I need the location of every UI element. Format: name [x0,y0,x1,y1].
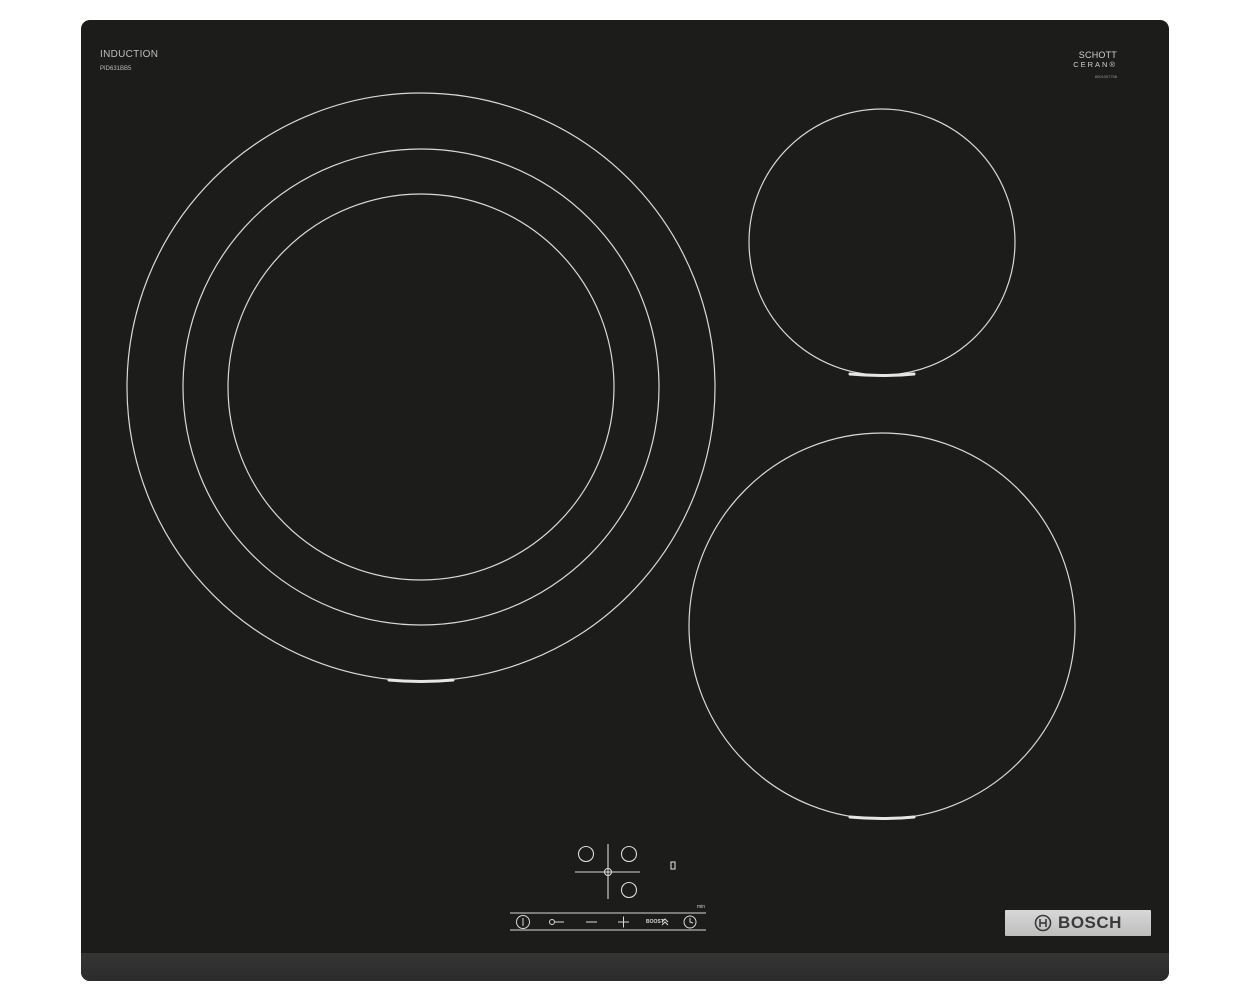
zone-small-indicator [848,372,916,377]
zone-medium-bottom-right[interactable] [688,432,1076,820]
select-zone-bottom-right-button[interactable] [620,881,638,899]
boost-label: BOOST [646,919,664,925]
glass-brand-line2: CERAN® [1073,60,1117,69]
glass-code: 8001007758 [1094,74,1117,79]
clock-hands [689,918,694,924]
zone-large-outer-ring [126,92,716,682]
zone-small-top-right[interactable] [748,108,1016,377]
zone-medium-indicator [848,815,916,820]
induction-hob: INDUCTION PID631BB5 SCHOTT CERAN® 800100… [81,20,1169,981]
zone-large-inner-ring [227,193,615,581]
control-strip [510,912,706,931]
zone-large-indicator [387,678,455,683]
min-label: min [697,904,706,910]
child-lock-button[interactable] [549,919,565,925]
power-button[interactable] [516,915,530,929]
zone-small-ring [748,108,1016,376]
bosch-brand-label: BOSCH [1058,913,1122,932]
model-number: PID631BB5 [100,66,132,72]
zone-selector [575,844,676,899]
induction-label: INDUCTION [100,49,159,60]
bosch-logo-plate: BOSCH [1005,910,1151,936]
timer-button[interactable] [683,915,697,929]
select-zone-top-right-button[interactable] [620,845,638,863]
zone-medium-ring [688,432,1076,820]
display-indicator-icon [670,861,676,870]
zone-large-left[interactable] [126,92,716,683]
cooking-zones [126,92,1076,931]
plus-button[interactable] [618,916,629,928]
select-zone-top-left-button[interactable] [577,845,595,863]
hob-front-edge [81,953,1169,981]
glass-brand-line1: SCHOTT [1078,50,1117,60]
key-lock-icon [549,919,555,925]
bosch-armature-icon [1034,914,1052,932]
zone-large-middle-ring [182,148,660,626]
